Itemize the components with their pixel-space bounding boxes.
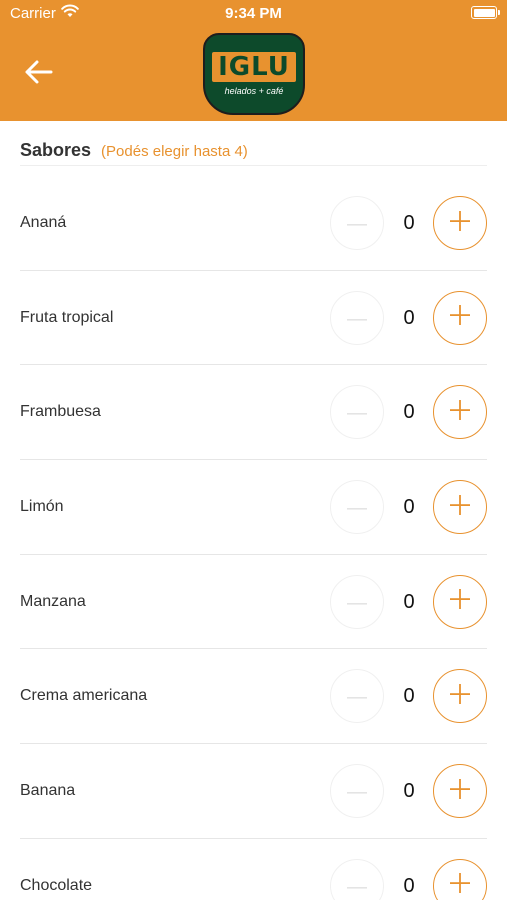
decrease-button[interactable] (330, 669, 384, 724)
plus-icon (450, 778, 470, 804)
flavor-row: Chocolate 0 (0, 839, 507, 900)
quantity-value: 0 (403, 306, 415, 329)
increase-button[interactable] (433, 385, 487, 440)
flavor-row: Banana 0 (0, 744, 507, 839)
increase-button[interactable] (433, 669, 487, 724)
decrease-button[interactable] (330, 196, 384, 250)
increase-button[interactable] (433, 858, 487, 900)
flavor-list: Ananá 0 Fruta tropical 0 Frambuesa 0 Lim… (0, 176, 507, 900)
divider (20, 165, 487, 166)
increase-button[interactable] (433, 574, 487, 629)
minus-icon (347, 782, 367, 800)
flavor-name: Crema americana (20, 687, 148, 705)
plus-icon (450, 589, 470, 614)
flavor-name: Banana (20, 782, 76, 800)
decrease-button[interactable] (330, 385, 384, 440)
section-header: Sabores (Podés elegir hasta 4) (20, 140, 248, 164)
flavor-row: Crema americana 0 (0, 649, 507, 745)
quantity-value: 0 (403, 496, 415, 519)
minus-icon (347, 877, 367, 895)
section-title: Sabores (20, 140, 92, 160)
section-hint: (Podés elegir hasta 4) (101, 143, 248, 160)
clock: 9:34 PM (225, 5, 282, 22)
flavor-name: Ananá (20, 214, 67, 231)
plus-icon (450, 399, 470, 425)
quantity-value: 0 (403, 780, 415, 803)
flavor-name: Chocolate (20, 876, 93, 894)
back-button[interactable] (16, 54, 60, 94)
plus-icon (450, 494, 470, 520)
logo-wordmark: IGLU (212, 52, 296, 82)
flavor-name: Manzana (20, 592, 86, 610)
back-arrow-icon (23, 59, 53, 90)
plus-icon (450, 683, 470, 709)
quantity-value: 0 (403, 401, 415, 424)
minus-icon (347, 687, 367, 705)
plus-icon (450, 305, 470, 330)
quantity-value: 0 (403, 685, 415, 708)
minus-icon (347, 593, 367, 611)
plus-icon (450, 210, 470, 236)
increase-button[interactable] (433, 196, 487, 250)
minus-icon (347, 309, 367, 327)
flavor-row: Limón 0 (0, 460, 507, 555)
logo-tagline: helados + café (224, 86, 284, 96)
decrease-button[interactable] (330, 480, 384, 535)
minus-icon (347, 498, 367, 516)
decrease-button[interactable] (330, 764, 384, 819)
minus-icon (347, 214, 367, 232)
status-bar: Carrier 9:34 PM (0, 0, 507, 28)
iglu-logo: IGLU helados + café (203, 33, 305, 115)
minus-icon (347, 403, 367, 421)
quantity-value: 0 (403, 590, 415, 613)
flavor-name: Fruta tropical (20, 308, 114, 326)
quantity-value: 0 (403, 212, 415, 234)
flavor-name: Limón (20, 498, 64, 516)
decrease-button[interactable] (330, 290, 384, 345)
increase-button[interactable] (433, 290, 487, 345)
flavor-name: Frambuesa (20, 403, 101, 421)
decrease-button[interactable] (330, 574, 384, 629)
flavor-row: Fruta tropical 0 (0, 271, 507, 366)
increase-button[interactable] (433, 480, 487, 535)
quantity-value: 0 (403, 874, 415, 897)
flavor-row: Ananá 0 (0, 176, 507, 271)
flavor-row: Frambuesa 0 (0, 365, 507, 461)
app-header: Carrier 9:34 PM IGLU helados + café (0, 0, 507, 121)
plus-icon (450, 873, 470, 898)
flavor-row: Manzana 0 (0, 555, 507, 650)
battery-icon (471, 6, 500, 19)
decrease-button[interactable] (330, 858, 384, 900)
increase-button[interactable] (433, 764, 487, 819)
